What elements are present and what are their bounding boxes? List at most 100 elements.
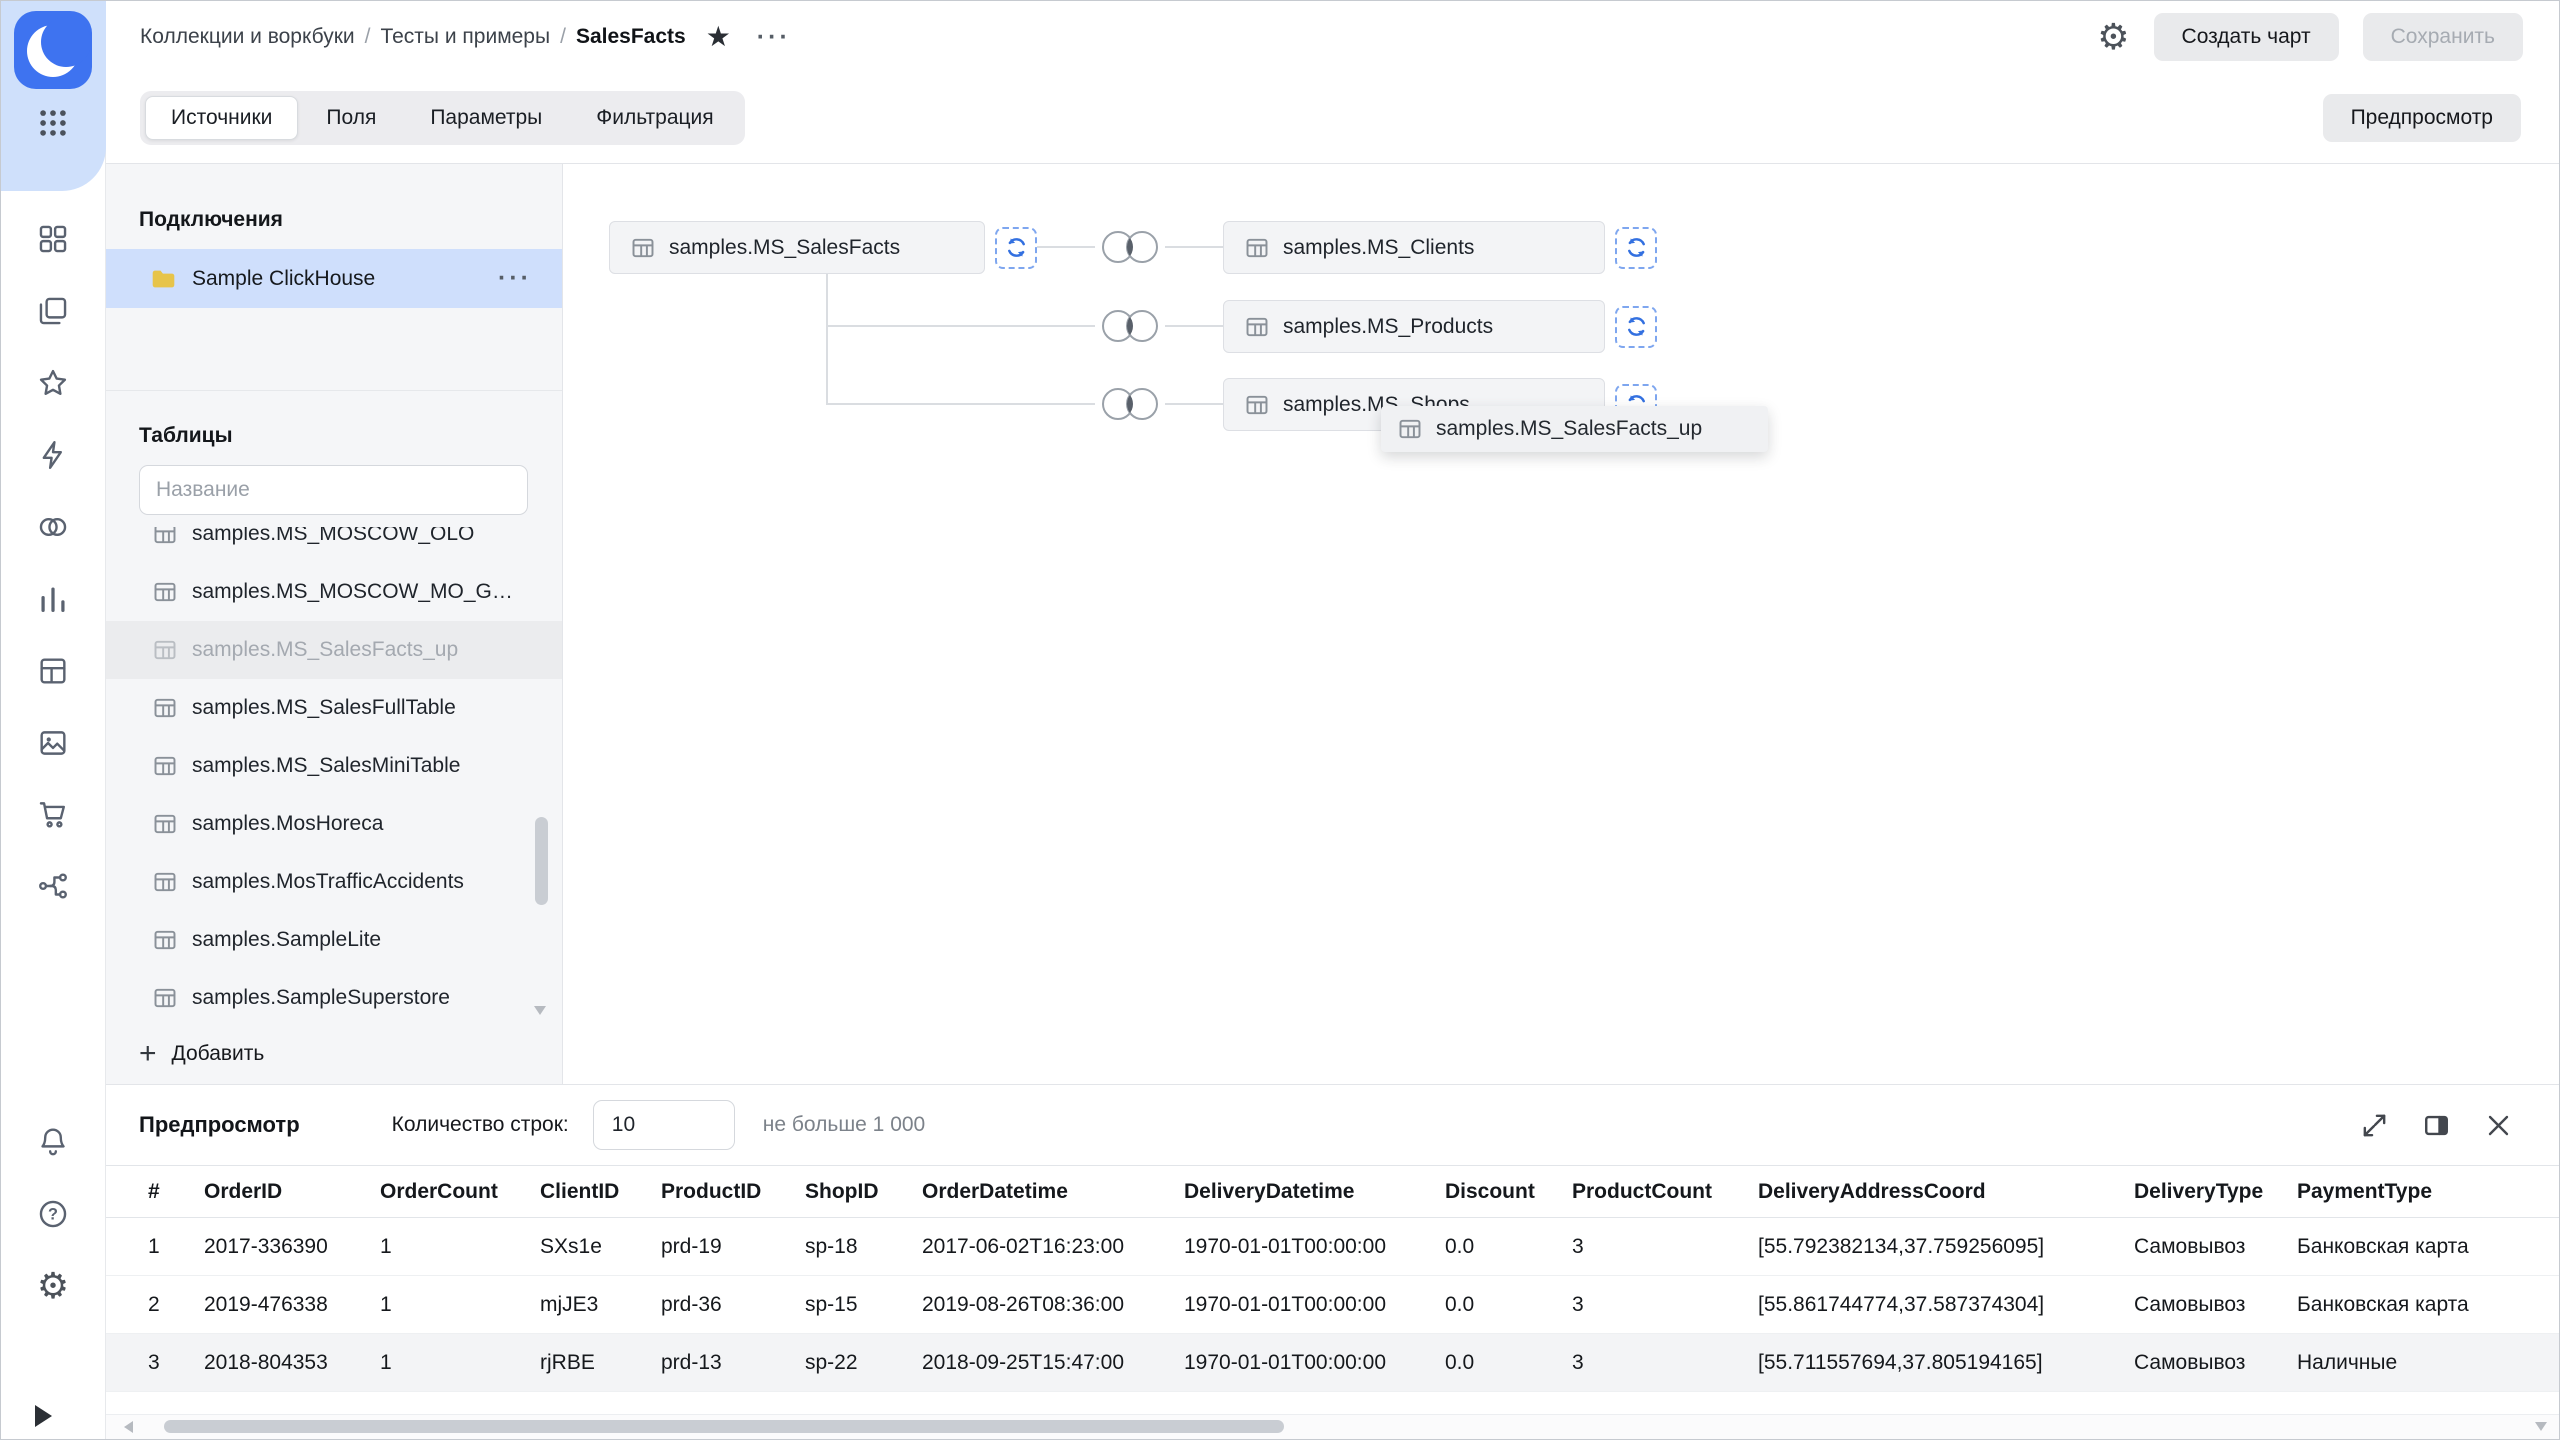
scrollbar-thumb[interactable] — [535, 817, 548, 905]
preview-table-body: 12017-3363901SXs1eprd-19sp-182017-06-02T… — [106, 1218, 2559, 1392]
connections-lightning-icon[interactable] — [30, 432, 76, 478]
table-cell: 2017-06-02T16:23:00 — [922, 1218, 1184, 1276]
tab-fields[interactable]: Поля — [300, 96, 402, 140]
refresh-button[interactable] — [1615, 227, 1657, 269]
list-item-table[interactable]: samples.SampleSuperstore — [106, 969, 562, 1027]
connector-line — [826, 274, 828, 405]
tables-scrollbar[interactable] — [535, 527, 548, 1027]
create-chart-button[interactable]: Создать чарт — [2154, 13, 2339, 61]
list-item-table[interactable]: samples.SampleLite — [106, 911, 562, 969]
list-item-table[interactable]: samples.MosTrafficAccidents — [106, 853, 562, 911]
tab-sources[interactable]: Источники — [145, 96, 298, 140]
table-name: samples.MS_SalesFacts_up — [192, 638, 458, 662]
table-icon — [1244, 314, 1270, 340]
table-icon — [1397, 416, 1423, 442]
datasets-icon[interactable] — [30, 504, 76, 550]
scrollbar-thumb[interactable] — [164, 1420, 1284, 1433]
gallery-icon[interactable] — [30, 720, 76, 766]
top-bar: Коллекции и воркбуки / Тесты и примеры /… — [106, 1, 2559, 164]
connector-line — [1165, 325, 1223, 327]
split-view-icon[interactable] — [2421, 1110, 2451, 1140]
connection-item[interactable]: Sample ClickHouse ··· — [106, 249, 562, 308]
join-icon[interactable] — [1095, 303, 1165, 349]
save-button[interactable]: Сохранить — [2363, 13, 2523, 61]
refresh-button[interactable] — [995, 227, 1037, 269]
table-cell: 1970-01-01T00:00:00 — [1184, 1218, 1445, 1276]
horizontal-scrollbar[interactable] — [106, 1414, 2559, 1439]
table-cell: 2 — [106, 1276, 204, 1334]
dataset-tabs: Источники Поля Параметры Фильтрация — [140, 91, 745, 145]
connection-folder-icon — [150, 267, 177, 291]
scroll-down-arrow-icon[interactable] — [534, 1006, 546, 1015]
list-item-table[interactable]: samples.MS_MOSCOW_MO_G… — [106, 563, 562, 621]
expand-preview-icon[interactable] — [2359, 1110, 2389, 1140]
connector-line — [1165, 246, 1223, 248]
sidebar-expand-icon[interactable] — [35, 1405, 52, 1427]
connector-line — [1165, 403, 1223, 405]
column-header: OrderCount — [380, 1166, 540, 1218]
breadcrumb-workbook[interactable]: Тесты и примеры — [380, 25, 550, 49]
table-row[interactable]: 22019-4763381mjJE3prd-36sp-152019-08-26T… — [106, 1276, 2559, 1334]
connector-line — [1036, 246, 1095, 248]
list-item-table[interactable]: samples.MS_MOSCOW_OLO — [106, 527, 562, 563]
list-item-table[interactable]: samples.MosHoreca — [106, 795, 562, 853]
joined-table-label: samples.MS_Clients — [1283, 236, 1474, 260]
add-table-button[interactable]: + Добавить — [139, 1032, 264, 1076]
root-table-node[interactable]: samples.MS_SalesFacts — [609, 221, 1037, 274]
joined-table-node[interactable]: samples.MS_Products — [1223, 300, 1657, 353]
preview-toggle-button[interactable]: Предпросмотр — [2323, 94, 2521, 142]
dataset-settings-gear-icon[interactable]: ⚙ — [2097, 19, 2129, 55]
column-header: PaymentType — [2297, 1166, 2559, 1218]
scroll-left-arrow-icon[interactable] — [124, 1421, 133, 1433]
favorite-star-icon[interactable]: ★ — [706, 23, 731, 51]
svg-text:?: ? — [48, 1206, 58, 1224]
tab-filtering[interactable]: Фильтрация — [570, 96, 739, 140]
table-cell: Банковская карта — [2297, 1276, 2559, 1334]
datalens-logo[interactable] — [14, 11, 92, 89]
list-item-table[interactable]: samples.MS_SalesFullTable — [106, 679, 562, 737]
joined-table-node[interactable]: samples.MS_Clients — [1223, 221, 1657, 274]
breadcrumb-collections[interactable]: Коллекции и воркбуки — [140, 25, 355, 49]
table-row[interactable]: 12017-3363901SXs1eprd-19sp-182017-06-02T… — [106, 1218, 2559, 1276]
join-icon[interactable] — [1095, 224, 1165, 270]
refresh-button[interactable] — [1615, 306, 1657, 348]
collections-icon[interactable] — [30, 288, 76, 334]
join-canvas[interactable]: samples.MS_SalesFacts samples.MS_Clients — [563, 164, 2559, 1084]
services-flow-icon[interactable] — [30, 863, 76, 909]
column-header: ProductCount — [1572, 1166, 1758, 1218]
join-icon[interactable] — [1095, 381, 1165, 427]
notifications-bell-icon[interactable] — [30, 1118, 76, 1164]
more-menu-icon[interactable]: ··· — [757, 23, 791, 52]
table-cell: 2019-08-26T08:36:00 — [922, 1276, 1184, 1334]
table-cell: 3 — [1572, 1334, 1758, 1392]
settings-gear-icon[interactable]: ⚙ — [30, 1263, 76, 1309]
help-icon[interactable]: ? — [30, 1191, 76, 1237]
table-cell: Самовывоз — [2134, 1276, 2297, 1334]
table-name: samples.SampleLite — [192, 928, 381, 952]
list-item-table[interactable]: samples.MS_SalesMiniTable — [106, 737, 562, 795]
favorites-star-icon[interactable] — [30, 360, 76, 406]
table-search-input[interactable] — [139, 465, 528, 515]
table-cell: 1 — [106, 1218, 204, 1276]
table-row[interactable]: 32018-8043531rjRBEprd-13sp-222018-09-25T… — [106, 1334, 2559, 1392]
table-cell: rjRBE — [540, 1334, 661, 1392]
row-count-input[interactable] — [593, 1100, 735, 1150]
table-cell: 2018-804353 — [204, 1334, 380, 1392]
blocks-icon[interactable] — [30, 216, 76, 262]
breadcrumb: Коллекции и воркбуки / Тесты и примеры /… — [140, 25, 686, 49]
table-cell: sp-22 — [805, 1334, 922, 1392]
scroll-down-arrow-icon[interactable] — [2535, 1422, 2547, 1431]
row-count-label: Количество строк: — [392, 1113, 569, 1137]
dashboards-icon[interactable] — [30, 648, 76, 694]
apps-grid-icon[interactable] — [30, 100, 76, 146]
column-header: OrderDatetime — [922, 1166, 1184, 1218]
table-cell: sp-15 — [805, 1276, 922, 1334]
table-name: samples.MS_SalesFullTable — [192, 696, 456, 720]
charts-icon[interactable] — [30, 576, 76, 622]
close-preview-icon[interactable] — [2483, 1110, 2513, 1140]
table-name: samples.SampleSuperstore — [192, 986, 450, 1010]
table-cell: Банковская карта — [2297, 1218, 2559, 1276]
marketplace-cart-icon[interactable] — [30, 791, 76, 837]
tab-parameters[interactable]: Параметры — [404, 96, 568, 140]
connection-more-icon[interactable]: ··· — [498, 264, 532, 293]
